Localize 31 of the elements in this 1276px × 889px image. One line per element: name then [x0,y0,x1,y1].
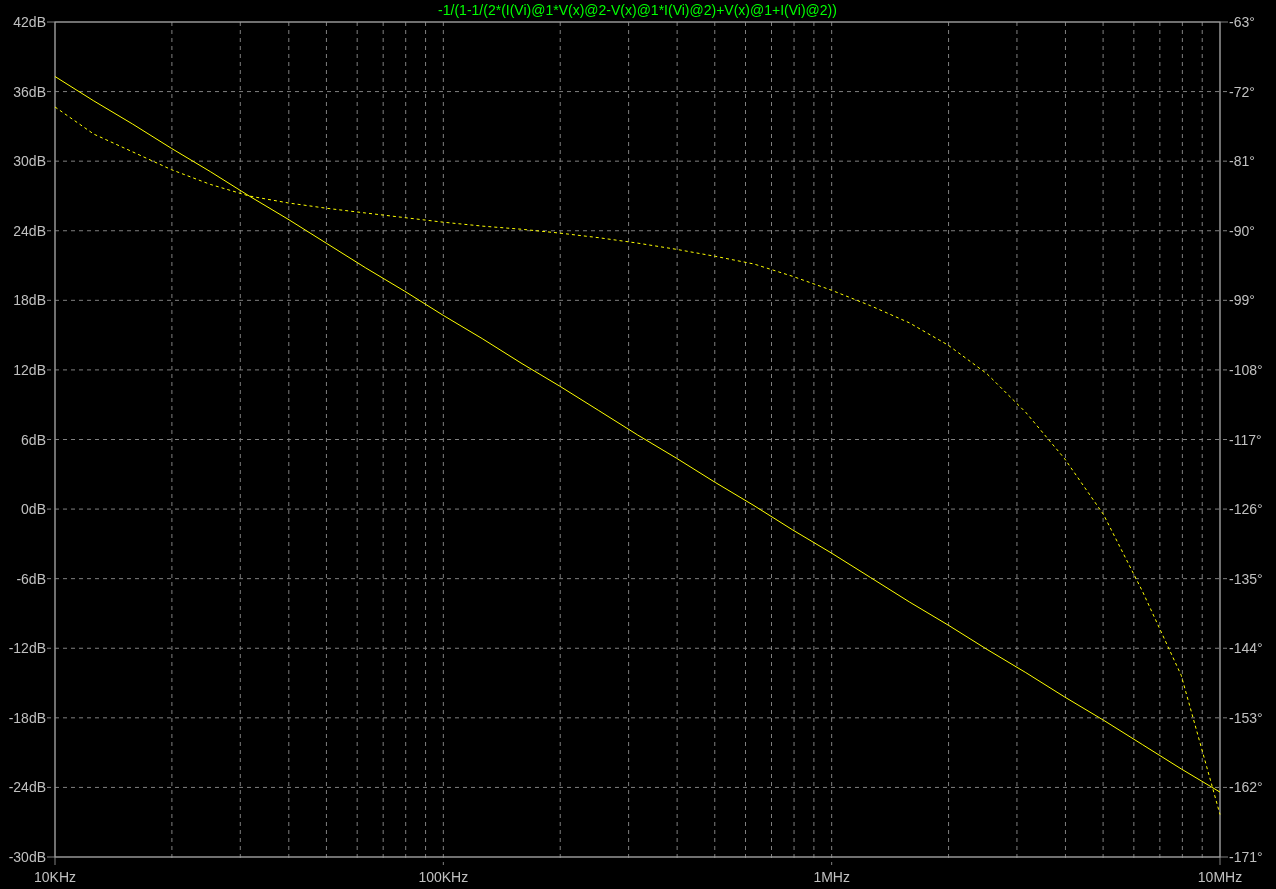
y-tick-label: -162° [1229,779,1263,796]
y-tick-label: 12dB [13,361,46,378]
y-tick-label: -153° [1229,709,1263,726]
y-tick-label: -24dB [8,779,46,796]
y-tick-label: -99° [1229,292,1255,309]
y-tick-label: -90° [1229,222,1255,239]
y-tick-label: -144° [1229,640,1263,657]
y-tick-label: 42dB [13,14,46,30]
y-tick-label: -81° [1229,153,1255,170]
x-tick-label: 10MHz [1197,869,1243,885]
y-tick-label: -30dB [8,849,46,865]
x-tick-label: 1MHz [813,869,850,885]
y-tick-label: 36dB [13,83,46,100]
y-tick-label: -18dB [8,709,46,726]
y-tick-label: -135° [1229,570,1263,587]
y-tick-label: -108° [1229,361,1263,378]
y-tick-label: -171° [1229,849,1263,865]
y-tick-label: -6dB [16,570,46,587]
x-tick-label: 100KHz [418,869,469,885]
chart-title: -1/(1-1/(2*(I(Vi)@1*V(x)@2-V(x)@1*I(Vi)@2)+V(x)@1+I(Vi)@2)) [438,2,837,18]
y-tick-label: 24dB [13,222,46,239]
y-tick-label: 18dB [13,292,46,309]
y-tick-label: -117° [1229,431,1262,448]
y-tick-label: -72° [1229,83,1255,100]
y-tick-label: -126° [1229,501,1263,518]
y-tick-label: -12dB [8,640,46,657]
y-tick-label: 6dB [21,431,46,448]
y-tick-label: 0dB [21,501,46,518]
y-tick-label: -63° [1229,14,1255,30]
x-tick-label: 10KHz [34,869,76,885]
y-tick-label: 30dB [13,153,46,170]
